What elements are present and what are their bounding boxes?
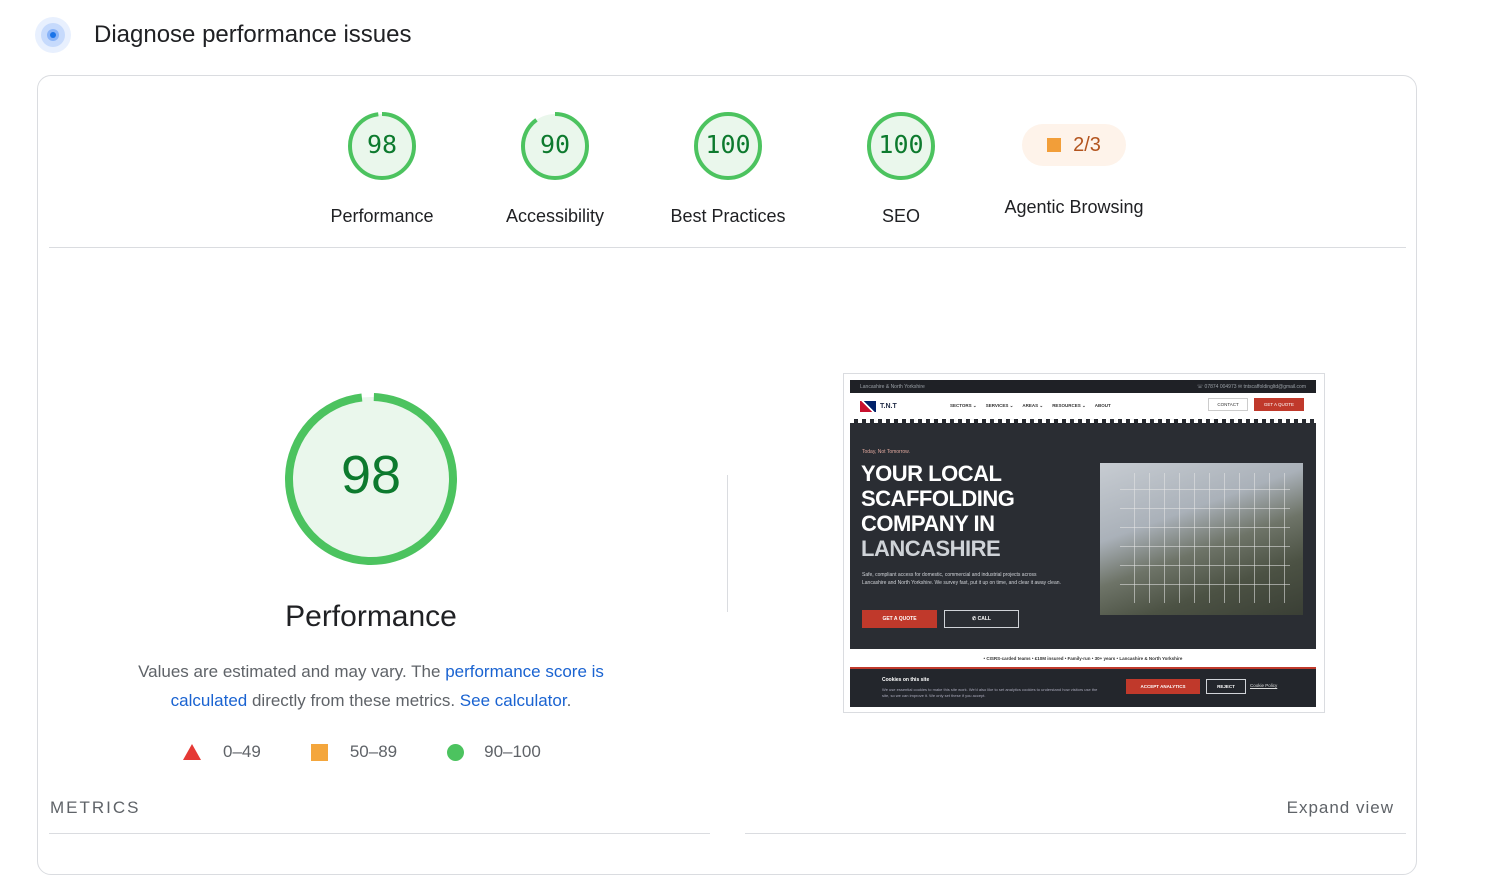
flag-icon xyxy=(860,400,876,412)
cookie-policy-link: Cookie Policy xyxy=(1250,683,1278,688)
hero-photo xyxy=(1100,463,1303,615)
score-performance[interactable]: 98 Performance xyxy=(292,110,472,227)
performance-description: Values are estimated and may vary. The p… xyxy=(100,657,642,715)
divider xyxy=(49,247,1406,248)
cookie-banner: Cookies on this site We use essential co… xyxy=(850,667,1316,707)
brand-name: T.N.T xyxy=(880,402,897,410)
score-label: Agentic Browsing xyxy=(1004,197,1144,217)
score-gauge: 100 xyxy=(692,110,764,182)
hero-quote-button: GET A QUOTE xyxy=(862,610,937,628)
score-legend: 0–49 50–89 90–100 xyxy=(183,742,591,762)
nav-item: SERVICES ⌄ xyxy=(985,403,1014,408)
agentic-value: 2/3 xyxy=(1073,133,1101,156)
contact-button: CONTACT xyxy=(1208,398,1248,411)
legend-item-fail: 0–49 xyxy=(183,742,261,762)
legend-range: 90–100 xyxy=(484,742,541,761)
green-circle-icon xyxy=(447,743,465,761)
hero-call-button: ✆ CALL xyxy=(944,610,1019,628)
score-accessibility[interactable]: 90 Accessibility xyxy=(465,110,645,227)
legend-item-average: 50–89 xyxy=(310,742,398,762)
divider xyxy=(49,833,710,834)
cookie-description: We use essential cookies to make this si… xyxy=(882,687,1098,698)
score-seo[interactable]: 100 SEO xyxy=(811,110,991,227)
score-gauge: 98 xyxy=(346,110,418,182)
agentic-badge: 2/3 xyxy=(1022,124,1126,166)
header: Diagnose performance issues xyxy=(34,14,412,56)
performance-gauge: 98 xyxy=(284,392,458,566)
cookie-title: Cookies on this site xyxy=(882,677,930,683)
nav-actions: CONTACT GET A QUOTE xyxy=(1208,398,1304,411)
scaffolding-image xyxy=(1120,473,1290,603)
nav-item: RESOURCES ⌄ xyxy=(1052,403,1086,408)
get-quote-button: GET A QUOTE xyxy=(1253,398,1304,411)
expand-view-button[interactable]: Expand view xyxy=(1287,798,1394,818)
screenshot-hero: Today, Not Tomorrow. YOUR LOCAL SCAFFOLD… xyxy=(850,423,1316,649)
site-logo: T.N.T xyxy=(860,400,950,412)
score-value: 90 xyxy=(539,130,571,159)
nav-item: ABOUT xyxy=(1094,403,1111,408)
metrics-heading: METRICS xyxy=(50,798,141,817)
site-nav: SECTORS ⌄ SERVICES ⌄ AREAS ⌄ RESOURCES ⌄… xyxy=(950,403,1111,409)
headline-line: SCAFFOLDING xyxy=(861,486,1015,511)
reject-button: REJECT xyxy=(1206,679,1246,694)
topbar-contact: ☏ 07874 004973 ✉ tntscaffoldingltd@gmail… xyxy=(1196,383,1306,390)
screenshot-topbar: Lancashire & North Yorkshire ☏ 07874 004… xyxy=(850,380,1316,393)
nav-item: AREAS ⌄ xyxy=(1022,403,1044,408)
headline-line: YOUR LOCAL xyxy=(861,461,1002,486)
screenshot-navbar: T.N.T SECTORS ⌄ SERVICES ⌄ AREAS ⌄ RESOU… xyxy=(850,393,1316,419)
final-screenshot[interactable]: Lancashire & North Yorkshire ☏ 07874 004… xyxy=(843,373,1325,713)
score-value: 100 xyxy=(705,130,751,159)
lighthouse-icon xyxy=(34,16,72,54)
hero-headline: YOUR LOCAL SCAFFOLDING COMPANY IN LANCAS… xyxy=(861,461,1015,561)
legend-range: 50–89 xyxy=(349,742,398,761)
score-label: SEO xyxy=(881,206,920,226)
performance-title: Performance xyxy=(285,600,457,633)
headline-line: LANCASHIRE xyxy=(861,536,1001,561)
score-label: Performance xyxy=(330,206,434,226)
performance-score: 98 xyxy=(340,445,402,505)
headline-line: COMPANY IN xyxy=(861,511,995,536)
accept-analytics-button: ACCEPT ANALYTICS xyxy=(1126,679,1200,694)
score-best-practices[interactable]: 100 Best Practices xyxy=(638,110,818,227)
divider xyxy=(745,833,1406,834)
desc-text: . xyxy=(566,691,572,710)
score-label: Best Practices xyxy=(670,206,786,226)
see-calculator-link[interactable]: See calculator xyxy=(460,691,567,710)
score-gauge: 100 xyxy=(865,110,937,182)
screenshot-page: Lancashire & North Yorkshire ☏ 07874 004… xyxy=(850,380,1316,707)
legend-range: 0–49 xyxy=(223,742,261,761)
hero-subtext: Safe, compliant access for domestic, com… xyxy=(862,572,1061,586)
score-agentic-browsing[interactable]: 2/3 Agentic Browsing xyxy=(984,110,1164,218)
legend-item-pass: 90–100 xyxy=(447,742,541,762)
topbar-location: Lancashire & North Yorkshire xyxy=(860,383,925,390)
trust-strip: • CISRS-carded teams • £10M insured • Fa… xyxy=(850,649,1316,667)
desc-text: directly from these metrics. xyxy=(247,691,460,710)
score-value: 100 xyxy=(878,130,924,159)
orange-square-icon xyxy=(310,743,328,761)
score-gauge: 90 xyxy=(519,110,591,182)
hero-tagline: Today, Not Tomorrow. xyxy=(862,449,910,455)
vertical-divider xyxy=(727,475,728,612)
desc-text: Values are estimated and may vary. The xyxy=(138,662,446,681)
page-title: Diagnose performance issues xyxy=(94,21,412,48)
score-label: Accessibility xyxy=(505,206,605,226)
score-value: 98 xyxy=(366,130,398,159)
nav-item: SECTORS ⌄ xyxy=(950,403,977,408)
red-triangle-icon xyxy=(183,744,201,760)
orange-square-icon xyxy=(1047,138,1062,152)
